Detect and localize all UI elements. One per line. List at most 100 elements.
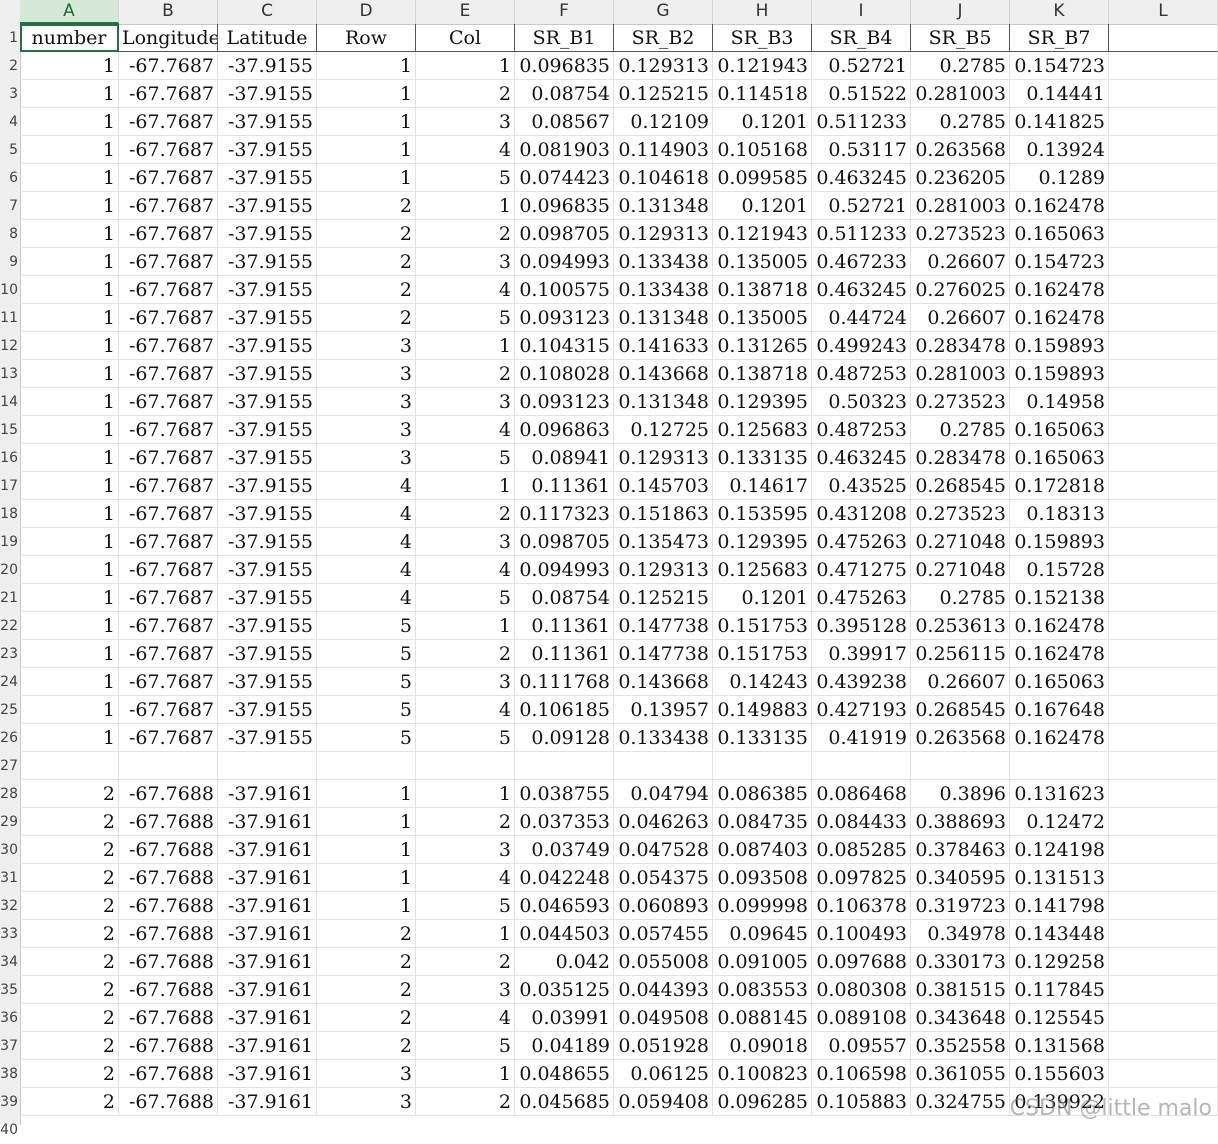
table-cell[interactable]: 0.125683 [713,416,812,444]
table-cell[interactable]: 0.162478 [1010,304,1109,332]
table-cell[interactable]: -67.7688 [119,1060,218,1088]
table-cell[interactable] [1109,164,1218,192]
table-cell[interactable]: 2 [416,80,515,108]
table-cell[interactable]: -37.9155 [218,388,317,416]
row-header[interactable]: 1 [0,24,20,52]
row-header[interactable]: 21 [0,584,20,612]
table-cell[interactable]: -37.9161 [218,976,317,1004]
table-cell[interactable]: 0.096835 [515,192,614,220]
table-cell[interactable]: 0.1289 [1010,164,1109,192]
table-cell[interactable]: 0.381515 [911,976,1010,1004]
table-cell[interactable]: 1 [317,892,416,920]
table-cell[interactable]: 0.162478 [1010,276,1109,304]
table-cell[interactable]: 1 [20,80,119,108]
column-header-e[interactable]: E [416,0,515,24]
table-cell[interactable]: 2 [20,948,119,976]
table-cell[interactable] [1109,836,1218,864]
table-cell[interactable]: 0.143668 [614,668,713,696]
header-cell[interactable]: SR_B5 [911,24,1010,52]
table-cell[interactable]: 0.2785 [911,108,1010,136]
table-cell[interactable]: -67.7687 [119,332,218,360]
table-cell[interactable]: 1 [20,696,119,724]
table-cell[interactable]: 0.114518 [713,80,812,108]
table-cell[interactable]: 4 [416,416,515,444]
table-cell[interactable]: 0.08941 [515,444,614,472]
table-cell[interactable]: -37.9155 [218,220,317,248]
table-cell[interactable]: -37.9155 [218,556,317,584]
table-cell[interactable]: 2 [317,1032,416,1060]
table-cell[interactable]: 0.054375 [614,864,713,892]
row-header[interactable]: 40 [0,1116,20,1144]
table-cell[interactable] [20,752,119,780]
table-cell[interactable]: -67.7687 [119,528,218,556]
column-header-d[interactable]: D [317,0,416,24]
table-cell[interactable]: 0.15728 [1010,556,1109,584]
row-header[interactable]: 35 [0,976,20,1004]
table-cell[interactable]: -67.7687 [119,556,218,584]
table-cell[interactable]: 0.096863 [515,416,614,444]
table-cell[interactable]: 1 [20,360,119,388]
table-cell[interactable]: 2 [317,304,416,332]
table-cell[interactable]: 0.487253 [812,416,911,444]
table-cell[interactable] [1109,136,1218,164]
table-cell[interactable]: 5 [416,444,515,472]
table-cell[interactable]: -37.9155 [218,108,317,136]
table-cell[interactable]: 0.09557 [812,1032,911,1060]
table-cell[interactable]: 0.487253 [812,360,911,388]
table-cell[interactable]: 1 [416,192,515,220]
table-cell[interactable]: 0.471275 [812,556,911,584]
table-cell[interactable] [1109,724,1218,752]
table-cell[interactable]: 4 [416,276,515,304]
row-header[interactable]: 5 [0,136,20,164]
table-cell[interactable]: 1 [317,864,416,892]
table-cell[interactable]: 3 [416,388,515,416]
table-cell[interactable] [1109,1032,1218,1060]
table-cell[interactable]: 0.26607 [911,304,1010,332]
table-cell[interactable]: -67.7688 [119,808,218,836]
table-cell[interactable]: 0.361055 [911,1060,1010,1088]
table-cell[interactable]: 0.263568 [911,724,1010,752]
table-cell[interactable]: -67.7687 [119,360,218,388]
table-cell[interactable]: 0.388693 [911,808,1010,836]
table-cell[interactable]: 4 [416,136,515,164]
table-cell[interactable]: 0.042248 [515,864,614,892]
table-cell[interactable]: 5 [416,584,515,612]
table-cell[interactable]: 1 [20,556,119,584]
table-cell[interactable]: 1 [20,416,119,444]
table-cell[interactable]: 0.268545 [911,696,1010,724]
table-cell[interactable]: 0.53117 [812,136,911,164]
table-cell[interactable]: 5 [317,696,416,724]
table-cell[interactable]: 0.39917 [812,640,911,668]
table-cell[interactable]: -37.9155 [218,304,317,332]
table-cell[interactable] [1109,948,1218,976]
table-cell[interactable] [1109,892,1218,920]
table-cell[interactable]: 0.046593 [515,892,614,920]
table-cell[interactable] [1109,976,1218,1004]
table-cell[interactable]: -37.9155 [218,136,317,164]
table-cell[interactable]: 0.046263 [614,808,713,836]
table-cell[interactable]: 0.135473 [614,528,713,556]
row-header[interactable]: 8 [0,220,20,248]
table-cell[interactable]: 0.52721 [812,192,911,220]
table-cell[interactable] [1109,248,1218,276]
table-cell[interactable]: 0.096285 [713,1088,812,1116]
table-cell[interactable]: 0.129313 [614,52,713,80]
table-cell[interactable]: 0.330173 [911,948,1010,976]
table-cell[interactable]: 0.129313 [614,444,713,472]
table-cell[interactable]: 0.105883 [812,1088,911,1116]
table-cell[interactable]: -67.7687 [119,640,218,668]
table-cell[interactable]: 0.074423 [515,164,614,192]
table-cell[interactable]: 1 [317,780,416,808]
table-cell[interactable]: -37.9155 [218,164,317,192]
table-cell[interactable]: 4 [317,528,416,556]
header-cell[interactable]: SR_B3 [713,24,812,52]
table-cell[interactable]: 5 [416,164,515,192]
row-header[interactable]: 25 [0,696,20,724]
table-cell[interactable]: -37.9161 [218,1032,317,1060]
table-cell[interactable]: 1 [317,80,416,108]
table-cell[interactable]: -37.9155 [218,472,317,500]
table-cell[interactable]: -67.7687 [119,108,218,136]
table-cell[interactable]: -67.7687 [119,136,218,164]
header-cell[interactable]: SR_B1 [515,24,614,52]
row-header[interactable]: 6 [0,164,20,192]
